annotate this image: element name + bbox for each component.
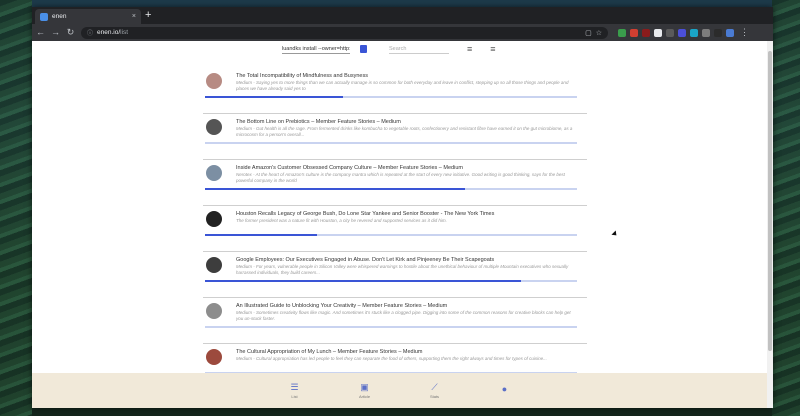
nav-profile[interactable]: ● [495, 385, 515, 396]
nav-label: List [291, 393, 298, 399]
article-title[interactable]: Inside Amazon's Customer Obsessed Compan… [236, 165, 463, 171]
sort-icon[interactable]: ≡ [490, 44, 495, 54]
article-description: Medium - Saying yes to more things than … [236, 80, 569, 91]
app-header: luandks install --owner=http: Search ≡ ≡ [282, 44, 496, 54]
extension-icon[interactable] [642, 28, 650, 37]
article-thumbnail[interactable] [206, 257, 222, 273]
forward-button[interactable]: → [51, 24, 60, 41]
nav-label: Article [358, 393, 371, 399]
reading-progress-fill [205, 234, 317, 236]
user-icon: ● [501, 384, 508, 394]
chart-icon: ⟋ [431, 381, 438, 392]
tab-title: enen [52, 13, 67, 20]
back-button[interactable]: ← [36, 24, 45, 41]
article-description: Medium - Sometimes creativity flows like… [236, 310, 571, 321]
extension-icon[interactable] [666, 28, 674, 37]
browser-toolbar: ← → ↻ ⓘ enen.io/list ▢ ☆ ⋮ [32, 24, 773, 41]
nav-stats[interactable]: ⟋ Stats [425, 381, 445, 399]
article-title[interactable]: The Bottom Line on Prebiotics – Member F… [236, 119, 401, 125]
article-item[interactable]: Inside Amazon's Customer Obsessed Compan… [203, 160, 587, 206]
nav-article[interactable]: ▣ Article [355, 381, 375, 399]
extension-icon[interactable] [654, 28, 662, 37]
rss-icon[interactable] [360, 45, 367, 53]
desktop-background-left [0, 0, 32, 416]
extension-icon[interactable] [630, 28, 638, 37]
browser-window: enen × + ← → ↻ ⓘ enen.io/list ▢ ☆ ⋮ luan… [32, 7, 773, 408]
article-item[interactable]: An Illustrated Guide to Unblocking Your … [203, 298, 587, 344]
article-thumbnail[interactable] [206, 73, 222, 89]
article-list: The Total Incompatibility of Mindfulness… [203, 68, 587, 390]
article-title[interactable]: The Total Incompatibility of Mindfulness… [236, 73, 368, 79]
reading-progress-fill [205, 280, 522, 282]
reading-progress-bar [205, 326, 577, 328]
feed-select[interactable]: luandks install --owner=http: [282, 44, 350, 54]
article-title[interactable]: Google Employees: Our Executives Engaged… [236, 257, 494, 263]
article-icon: ▣ [360, 381, 369, 392]
reading-progress-bar [205, 96, 577, 98]
copy-icon[interactable]: ▢ [585, 29, 592, 37]
url-text[interactable]: enen.io/list [97, 29, 581, 36]
extensions-row [618, 28, 734, 37]
reading-progress-fill [205, 188, 466, 190]
url-path: list [120, 29, 129, 36]
reload-button[interactable]: ↻ [66, 24, 75, 41]
star-icon[interactable]: ☆ [596, 29, 602, 37]
article-item[interactable]: Houston Recalls Legacy of George Bush, D… [203, 206, 587, 252]
extension-icon[interactable] [678, 28, 686, 37]
scrollbar-thumb[interactable] [768, 51, 772, 351]
favicon-icon [40, 12, 48, 21]
extension-icon[interactable] [702, 28, 710, 37]
close-icon[interactable]: × [132, 13, 136, 20]
article-description: Nerotex - At the heart of Amazon's cultu… [236, 172, 565, 183]
url-host: enen.io/ [97, 29, 121, 36]
search-input[interactable]: Search [389, 44, 449, 54]
nav-list[interactable]: ☰ List [285, 381, 305, 399]
extension-icon[interactable] [726, 28, 734, 37]
list-icon: ☰ [290, 381, 299, 392]
article-title[interactable]: The Cultural Appropriation of My Lunch –… [236, 349, 422, 355]
article-description: Medium - For years, vulnerable people in… [236, 264, 569, 275]
app-page: luandks install --owner=http: Search ≡ ≡… [32, 41, 773, 408]
article-thumbnail[interactable] [206, 119, 222, 135]
menu-icon[interactable]: ⋮ [740, 24, 749, 41]
scrollbar[interactable] [767, 41, 773, 408]
article-description: Medium - Gut health is all the rage. Fro… [236, 126, 573, 137]
desktop-background-right [772, 0, 800, 416]
tab-enen[interactable]: enen × [35, 9, 141, 24]
article-item[interactable]: The Total Incompatibility of Mindfulness… [203, 68, 587, 114]
article-description: The former president was a nature fit wi… [236, 218, 447, 223]
article-thumbnail[interactable] [206, 349, 222, 365]
article-item[interactable]: The Bottom Line on Prebiotics – Member F… [203, 114, 587, 160]
extension-icon[interactable] [618, 28, 626, 37]
article-thumbnail[interactable] [206, 165, 222, 181]
extension-icon[interactable] [714, 28, 722, 37]
address-bar[interactable]: ⓘ enen.io/list ▢ ☆ [81, 26, 608, 39]
article-thumbnail[interactable] [206, 211, 222, 227]
reading-progress-bar [205, 188, 577, 190]
reading-progress-fill [205, 96, 343, 98]
article-thumbnail[interactable] [206, 303, 222, 319]
article-title[interactable]: An Illustrated Guide to Unblocking Your … [236, 303, 447, 309]
info-icon[interactable]: ⓘ [87, 28, 93, 37]
new-tab-button[interactable]: + [145, 9, 151, 22]
bottom-navigation: ☰ List ▣ Article ⟋ Stats ● [32, 373, 767, 408]
article-description: Medium - Cultural appropriation has led … [236, 356, 547, 361]
reading-progress-bar [205, 280, 577, 282]
nav-label: Stats [429, 393, 440, 399]
filter-icon[interactable]: ≡ [467, 44, 472, 54]
article-item[interactable]: Google Employees: Our Executives Engaged… [203, 252, 587, 298]
reading-progress-bar [205, 234, 577, 236]
article-title[interactable]: Houston Recalls Legacy of George Bush, D… [236, 211, 494, 217]
reading-progress-bar [205, 142, 577, 144]
tab-bar: enen × + [32, 7, 773, 24]
extension-icon[interactable] [690, 28, 698, 37]
